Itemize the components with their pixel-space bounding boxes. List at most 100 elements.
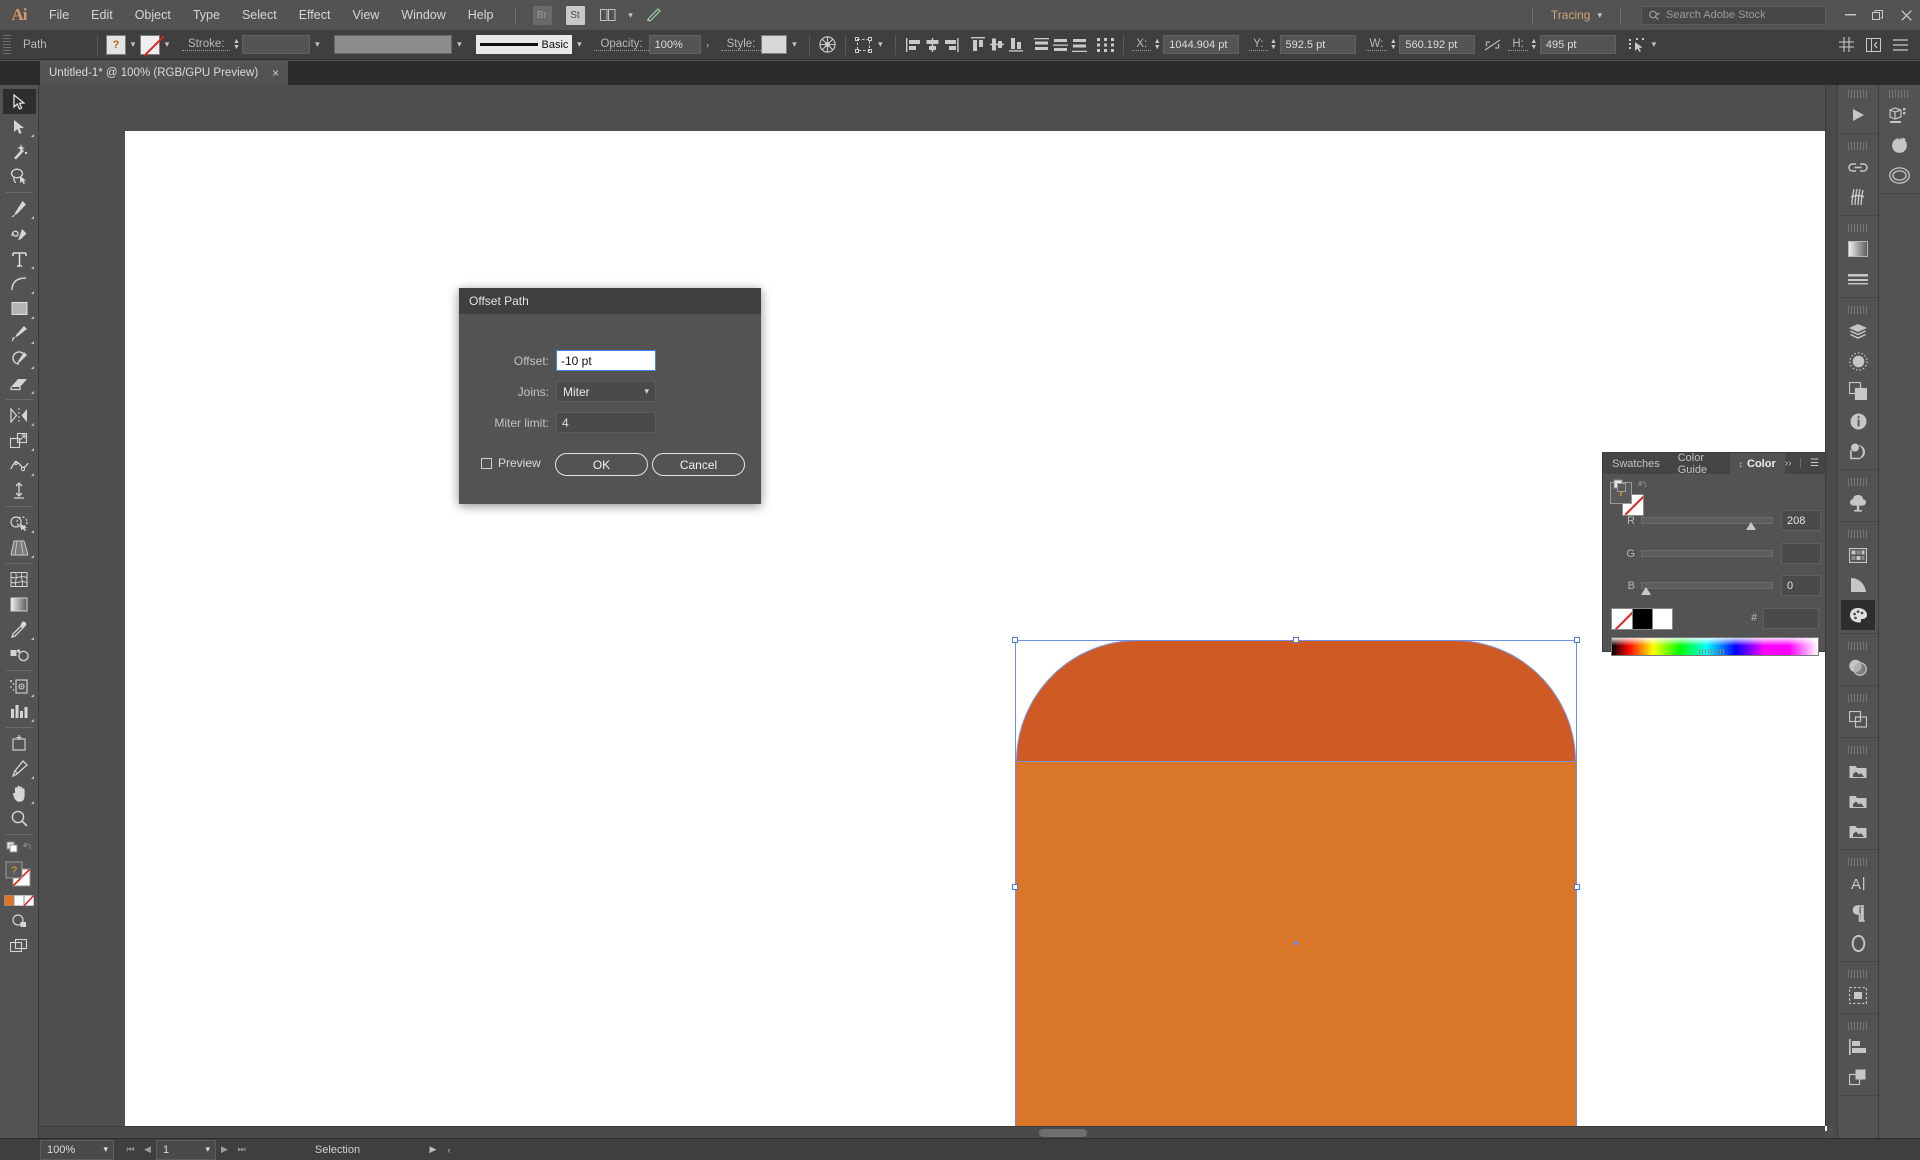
shaper-tool[interactable] (3, 346, 36, 371)
distribute-bottom-icon[interactable] (1070, 35, 1089, 54)
channel-row-b[interactable]: B 0 (1611, 575, 1821, 596)
stroke-profile-dropdown[interactable] (334, 35, 453, 54)
play-icon[interactable] (1841, 100, 1875, 130)
style-chevron-icon[interactable]: ▾ (787, 35, 801, 55)
channel-value-b[interactable]: 0 (1781, 575, 1821, 596)
shape-builder-tool[interactable] (3, 510, 36, 535)
tab-color-guide[interactable]: Color Guide (1669, 452, 1730, 476)
info-icon[interactable] (1841, 406, 1875, 436)
selection-options-icon[interactable] (1628, 35, 1647, 54)
previous-artboard-button[interactable]: ◀ (139, 1140, 156, 1160)
distribute-center-icon[interactable] (1051, 35, 1070, 54)
perspective-grid-tool[interactable] (3, 535, 36, 560)
channel-value-g[interactable] (1781, 543, 1821, 564)
color-icon[interactable] (1841, 600, 1875, 630)
minimize-button[interactable] (1836, 0, 1864, 30)
channel-row-r[interactable]: R 208 (1611, 510, 1821, 531)
cancel-button[interactable]: Cancel (652, 453, 745, 476)
gradient-icon[interactable] (1841, 234, 1875, 264)
fill-stroke-swap-row[interactable] (3, 838, 36, 858)
menu-select[interactable]: Select (231, 0, 288, 30)
tab-swatches[interactable]: Swatches (1603, 453, 1669, 474)
link-icon[interactable] (1841, 152, 1875, 182)
h-input[interactable]: 495 pt (1539, 35, 1616, 54)
fill-chevron-icon[interactable]: ▾ (126, 35, 140, 55)
glyphs-icon[interactable] (1841, 928, 1875, 958)
channel-thumb-r[interactable] (1746, 522, 1756, 530)
selection-handle-mr[interactable] (1574, 884, 1580, 890)
appearance-icon[interactable] (1841, 346, 1875, 376)
maximize-restore-button[interactable] (1864, 0, 1892, 30)
channel-slider-r[interactable] (1641, 517, 1773, 530)
selection-handle-tc[interactable] (1293, 637, 1299, 643)
rectangle-tool[interactable] (3, 296, 36, 321)
distribute-spacing-icon[interactable] (1096, 35, 1115, 54)
transparency-icon[interactable] (1841, 652, 1875, 682)
dock-grip-a3[interactable] (1848, 224, 1868, 232)
opacity-expand-icon[interactable]: › (701, 35, 715, 55)
channel-slider-b[interactable] (1641, 582, 1773, 595)
blend-tool[interactable] (3, 642, 36, 667)
symbols-icon[interactable] (1841, 488, 1875, 518)
libraries-3-icon[interactable] (1841, 816, 1875, 846)
stroke-icon[interactable] (1841, 264, 1875, 294)
type-tool[interactable] (3, 246, 36, 271)
stroke-weight-input[interactable] (242, 35, 311, 54)
screen-mode-icon[interactable] (3, 933, 36, 958)
pathfinder-icon[interactable] (1841, 436, 1875, 466)
lasso-tool[interactable] (3, 164, 36, 189)
panel-options-menu-icon[interactable]: ☰ (1810, 458, 1819, 469)
stock-button[interactable]: St (565, 5, 585, 25)
align-bottom-icon[interactable] (1006, 35, 1025, 54)
bridge-button[interactable]: Br (532, 5, 552, 25)
stroke-weight-stepper[interactable]: ▲ ▼ (230, 35, 242, 54)
channel-slider-g[interactable] (1641, 550, 1773, 557)
control-bar-grip[interactable] (3, 34, 11, 55)
dock-grip-a9[interactable] (1848, 746, 1868, 754)
joins-select[interactable]: Miter ▾ (556, 381, 656, 402)
search-adobe-stock-input[interactable]: Search Adobe Stock (1641, 5, 1826, 25)
character-icon[interactable]: A (1841, 868, 1875, 898)
preview-row[interactable]: Preview (481, 456, 541, 470)
ok-button[interactable]: OK (555, 453, 648, 476)
align-right-icon[interactable] (942, 35, 961, 54)
layers-icon[interactable] (1841, 316, 1875, 346)
menu-type[interactable]: Type (182, 0, 231, 30)
hand-tool[interactable] (3, 781, 36, 806)
w-stepper[interactable]: ▲ ▼ (1387, 35, 1399, 54)
free-transform-tool[interactable] (3, 478, 36, 503)
last-artboard-button[interactable]: ⏭ (233, 1140, 250, 1160)
menu-object[interactable]: Object (124, 0, 182, 30)
h-stepper[interactable]: ▲ ▼ (1528, 35, 1540, 54)
stroke-weight-chevron-icon[interactable]: ▾ (310, 35, 324, 55)
eraser-tool[interactable] (3, 371, 36, 396)
opacity-label[interactable]: Opacity: (594, 38, 649, 51)
color-panel-resize-grip[interactable] (1699, 649, 1725, 654)
workspace-switcher[interactable]: Tracing ▾ (1543, 8, 1610, 22)
dock-grip-a2[interactable] (1848, 142, 1868, 150)
horizontal-scroll-thumb[interactable] (1039, 1129, 1087, 1137)
snap-to-grid-icon[interactable] (1837, 35, 1856, 54)
scale-tool[interactable] (3, 428, 36, 453)
fill-color-swatch[interactable]: ? (106, 34, 126, 55)
channel-value-r[interactable]: 208 (1781, 510, 1821, 531)
slice-tool[interactable] (3, 756, 36, 781)
width-tool[interactable] (3, 453, 36, 478)
color-guide-icon[interactable] (1841, 570, 1875, 600)
recolor-artwork-icon[interactable] (818, 35, 837, 54)
stroke-label[interactable]: Stroke: (182, 38, 231, 51)
libraries-2-icon[interactable] (1841, 786, 1875, 816)
menu-file[interactable]: File (38, 0, 80, 30)
dock-grip-a11[interactable] (1848, 970, 1868, 978)
menu-effect[interactable]: Effect (288, 0, 342, 30)
y-stepper[interactable]: ▲ ▼ (1268, 35, 1280, 54)
dock-grip-a8[interactable] (1848, 694, 1868, 702)
column-graph-tool[interactable] (3, 699, 36, 724)
transform-icon[interactable] (1841, 376, 1875, 406)
paragraph-icon[interactable] (1841, 898, 1875, 928)
brushes-icon[interactable] (1841, 182, 1875, 212)
dock-grip-a12[interactable] (1848, 1022, 1868, 1030)
cc-libraries-icon[interactable] (1882, 160, 1916, 190)
dock-grip-a7[interactable] (1848, 642, 1868, 650)
dock-grip-a1[interactable] (1848, 90, 1868, 98)
